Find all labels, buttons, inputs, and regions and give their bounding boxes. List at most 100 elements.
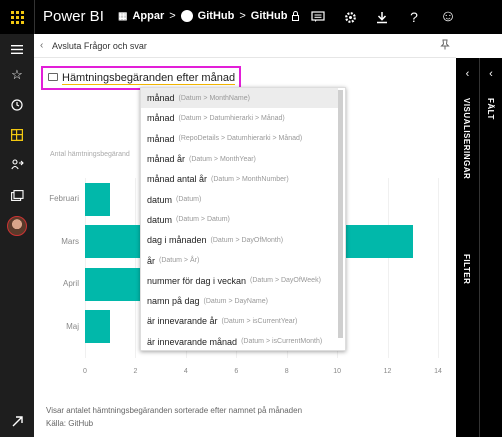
suggestion-hint: (Datum > DayName) (203, 297, 268, 305)
suggestion-item[interactable]: nummer för dag i veckan (Datum > DayOfWee… (141, 271, 338, 291)
comment-icon[interactable] (302, 0, 334, 34)
apps-icon: ▦ (118, 10, 128, 22)
clock-icon[interactable] (0, 90, 34, 120)
suggestion-item[interactable]: är innevarande månad (Datum > isCurrentMo… (141, 332, 338, 352)
suggestion-dropdown: månad (Datum > MonthName) månad (Datum > Da… (140, 87, 346, 351)
bar-februari[interactable] (85, 182, 111, 216)
visualizations-filters-pane[interactable]: ‹ VISUALISERINGAR FILTER (456, 58, 479, 437)
suggestion-hint: (Datum > MonthName) (178, 94, 250, 102)
suggestion-hint: (Datum > DayOfWeek) (250, 277, 321, 285)
suggestion-label: namn på dag (147, 296, 200, 307)
chevron-left-icon[interactable]: ‹ (480, 68, 502, 80)
suggestion-hint: (Datum > DayOfMonth) (210, 236, 284, 244)
help-icon[interactable]: ? (398, 0, 430, 34)
x-tick-label: 0 (83, 368, 87, 375)
pin-icon[interactable] (440, 39, 450, 53)
dropdown-scrollbar[interactable] (338, 90, 343, 338)
x-tick-label: 12 (383, 368, 392, 375)
smiley-icon[interactable]: ☺ (432, 0, 464, 34)
suggestion-item[interactable]: månad (RepoDetails > Datumhierarki > Måna… (141, 129, 338, 149)
download-icon[interactable] (366, 0, 398, 34)
suggestion-label: månad antal år (147, 174, 208, 185)
suggestion-label: år (147, 255, 156, 266)
app-title: Power BI (43, 8, 104, 25)
suggestion-item[interactable]: månad (Datum > Datumhierarki > Månad) (141, 108, 338, 128)
suggestion-hint: (Datum > isCurrentYear) (221, 317, 298, 325)
category-label: Maj (66, 321, 79, 331)
suggestion-hint: (Datum > MonthNumber) (211, 175, 289, 183)
chevron-left-icon[interactable]: ‹ (40, 40, 43, 51)
breadcrumb-github-dashboard[interactable]: GitHub (251, 10, 288, 22)
fields-pane[interactable]: ‹ FÄLT (479, 58, 502, 437)
suggestion-hint: (Datum) (176, 196, 202, 204)
suggestion-hint: (Datum > Datum) (176, 216, 230, 224)
star-icon[interactable]: ☆ (0, 60, 34, 90)
user-photo (7, 216, 27, 236)
x-tick-label: 8 (284, 368, 289, 375)
divider (34, 0, 35, 34)
top-bar: Power BI ▦ Appar > GitHub > GitHub ? ☺ (0, 0, 502, 34)
lock-icon (292, 10, 300, 21)
suggestion-hint: (Datum > MonthYear) (189, 155, 256, 163)
breadcrumb-separator-icon: > (239, 10, 246, 22)
suggestion-hint: (Datum > År) (159, 257, 200, 265)
breadcrumb-apps[interactable]: Appar (132, 10, 164, 22)
suggestion-hint: (Datum > isCurrentMonth) (241, 338, 323, 346)
breadcrumb: ▦ Appar > GitHub > GitHub (118, 10, 300, 22)
suggestion-item[interactable]: månad antal år (Datum > MonthNumber) (141, 169, 338, 189)
suggestion-label: månad år (147, 154, 186, 165)
suggestion-hint: (Datum > Datumhierarki > Månad) (178, 114, 285, 122)
category-label: Mars (61, 236, 79, 246)
suggestion-label: dag i månaden (147, 235, 207, 246)
suggestion-label: är innevarande år (147, 316, 218, 327)
chart-source: Källa: GitHub (46, 419, 94, 428)
suggestion-item[interactable]: namn på dag (Datum > DayName) (141, 291, 338, 311)
x-tick-label: 14 (434, 368, 442, 375)
bar-maj[interactable] (85, 310, 111, 344)
speech-bubble-icon (48, 73, 58, 81)
shared-with-me-icon[interactable] (0, 150, 34, 180)
suggestion-item[interactable]: år (Datum > År) (141, 250, 338, 270)
gridline (438, 178, 439, 358)
bar-april[interactable] (85, 267, 143, 301)
breadcrumb-separator-icon: > (169, 10, 176, 22)
workspaces-icon[interactable] (0, 180, 34, 210)
app-launcher-icon[interactable] (0, 0, 34, 34)
x-tick-label: 10 (333, 368, 342, 375)
suggestion-label: nummer för dag i veckan (147, 275, 247, 286)
category-label: April (62, 279, 79, 289)
github-icon (180, 10, 193, 22)
suggestion-label: datum (147, 214, 173, 225)
suggestion-label: månad (147, 133, 175, 144)
suggestion-label: månad (147, 113, 175, 124)
suggestion-label: månad (147, 93, 175, 104)
left-navigation: ☆ (0, 34, 34, 437)
category-label: Februari (49, 194, 79, 204)
suggestion-hint: (RepoDetails > Datumhierarki > Månad) (178, 135, 303, 143)
suggestion-item[interactable]: månad år (Datum > MonthYear) (141, 149, 338, 169)
chevron-left-icon[interactable]: ‹ (456, 68, 479, 80)
chart-y-axis-title: Antal hämtningsbegärand (50, 151, 130, 158)
expand-arrow-icon[interactable] (0, 406, 34, 436)
suggestion-label: datum (147, 194, 173, 205)
gridline (387, 178, 389, 358)
suggestion-item[interactable]: dag i månaden (Datum > DayOfMonth) (141, 230, 338, 250)
qa-question-text: Hämtningsbegäranden efter månad (62, 72, 236, 85)
suggestion-label: är innevarande månad (147, 336, 238, 347)
x-tick-label: 6 (234, 368, 239, 375)
suggestion-item[interactable]: datum (Datum) (141, 190, 338, 210)
x-tick-label: 2 (133, 368, 138, 375)
suggestion-item[interactable]: datum (Datum > Datum) (141, 210, 338, 230)
breadcrumb-github-app[interactable]: GitHub (198, 10, 235, 22)
exit-qa-link[interactable]: Avsluta Frågor och svar (52, 41, 147, 51)
fields-pane-label[interactable]: FÄLT (486, 98, 495, 120)
qa-header: ‹ Avsluta Frågor och svar (34, 34, 456, 58)
apps-icon[interactable] (0, 120, 34, 150)
gear-icon[interactable] (334, 0, 366, 34)
avatar[interactable] (0, 211, 34, 241)
filters-pane-label[interactable]: FILTER (462, 254, 471, 284)
visualizations-pane-label[interactable]: VISUALISERINGAR (462, 98, 471, 179)
x-tick-label: 4 (183, 368, 188, 375)
suggestion-item[interactable]: månad (Datum > MonthName) (141, 88, 338, 109)
suggestion-item[interactable]: är innevarande år (Datum > isCurrentYear) (141, 311, 338, 331)
